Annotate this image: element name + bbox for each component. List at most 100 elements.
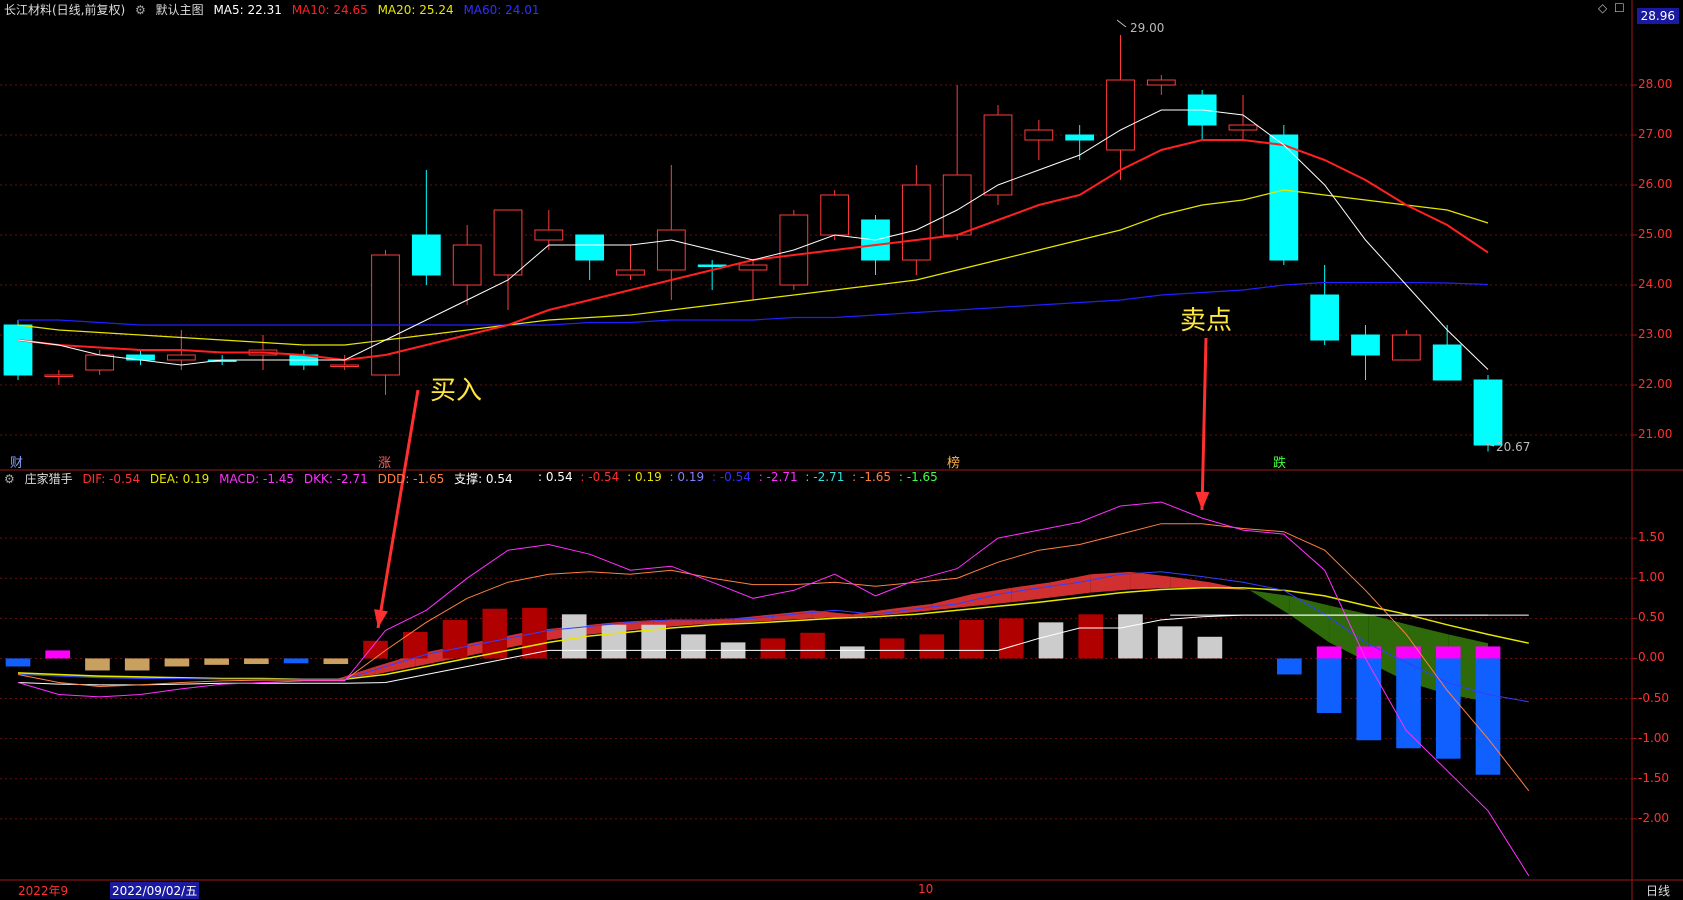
tag-rise[interactable]: 涨 <box>378 452 391 471</box>
candle-body <box>575 234 605 261</box>
histogram-bar <box>760 638 786 659</box>
extra-value: : -0.54 <box>580 470 620 484</box>
gear-icon[interactable]: ⚙ <box>4 472 15 486</box>
candle-body <box>697 264 727 267</box>
histogram-bar <box>601 624 627 659</box>
buy-annotation: 买入 <box>430 376 483 406</box>
candle-body <box>901 184 931 261</box>
candle-body <box>656 229 686 271</box>
indicator-name[interactable]: 庄家猎手 <box>25 472 73 486</box>
indicator-extra-values: : 0.54 : -0.54 : 0.19 : 0.19 : -0.54 : -… <box>538 470 942 484</box>
stock-title[interactable]: 长江材料(日线,前复权) <box>4 3 125 17</box>
chart-stage[interactable]: 长江材料(日线,前复权) ⚙ 默认主图 MA5: 22.31 MA10: 24.… <box>0 0 1683 900</box>
candle-body <box>44 374 74 377</box>
dkk-value: DKK: -2.71 <box>303 472 368 486</box>
window-icon[interactable]: ☐ <box>1614 1 1625 15</box>
dif-value: DIF: -0.54 <box>82 472 141 486</box>
histogram-bar <box>1396 658 1421 749</box>
histogram-bar <box>1118 614 1143 659</box>
histogram-bar <box>1078 614 1104 659</box>
main-header: 长江材料(日线,前复权) ⚙ 默认主图 MA5: 22.31 MA10: 24.… <box>4 1 546 18</box>
ma5-line <box>17 109 1489 370</box>
candle-body <box>1065 134 1095 141</box>
candle-body <box>1228 124 1258 131</box>
candle-body <box>738 264 768 271</box>
histogram-bar <box>45 650 71 659</box>
diamond-icon[interactable]: ◇ <box>1598 1 1607 15</box>
histogram-bar <box>1356 658 1382 741</box>
candle-body <box>1432 344 1462 381</box>
dif-dea-band <box>1249 590 1290 615</box>
chart-canvas[interactable] <box>0 0 1683 900</box>
dkk-line <box>17 501 1530 877</box>
candle-body <box>1024 129 1054 141</box>
sell-arrow-shaft <box>1200 337 1208 511</box>
candle-body <box>1106 79 1135 151</box>
ma5-value: MA5: 22.31 <box>213 3 282 17</box>
candle-body <box>616 269 645 276</box>
ma10-value: MA10: 24.65 <box>291 3 368 17</box>
period-button[interactable]: 日线 <box>1646 882 1670 899</box>
current-price-badge: 28.96 <box>1636 8 1679 24</box>
histogram-bar <box>244 658 269 665</box>
extra-value: : 0.19 <box>627 470 662 484</box>
dea-value: DEA: 0.19 <box>149 472 210 486</box>
ma60-value: MA60: 24.01 <box>463 3 540 17</box>
histogram-bar <box>124 658 150 671</box>
histogram-bar <box>1475 658 1501 775</box>
extra-value: : 0.54 <box>538 470 573 484</box>
price-tick-label: 27.00 <box>1638 127 1673 141</box>
histogram-cap <box>1475 646 1501 659</box>
indicator-tick-label: -1.50 <box>1638 770 1670 785</box>
dif-dea-band <box>1090 571 1131 593</box>
tag-rank[interactable]: 榜 <box>947 452 960 471</box>
footer-year: 2022年9 <box>18 884 69 898</box>
candle-body <box>1146 79 1176 86</box>
tag-fall[interactable]: 跌 <box>1273 452 1286 471</box>
gear-icon[interactable]: ⚙ <box>135 3 146 17</box>
indicator-tick-label: 0.50 <box>1638 610 1665 625</box>
ddd-value: DDD: -1.65 <box>377 472 445 486</box>
dif-dea-band <box>1130 571 1171 590</box>
support-line <box>17 614 1529 686</box>
tag-finance[interactable]: 财 <box>10 452 23 471</box>
histogram-bar <box>1277 658 1302 675</box>
candle-body <box>820 194 850 236</box>
histogram-bar <box>1435 658 1461 759</box>
dif-dea-band <box>1289 595 1330 643</box>
histogram-bar <box>442 619 468 659</box>
candle-body <box>1310 294 1340 341</box>
dif-dea-band <box>1209 582 1250 591</box>
histogram-bar <box>879 638 905 659</box>
indicator-tick-label: 1.50 <box>1638 530 1665 545</box>
histogram-bar <box>959 619 984 659</box>
candle-body <box>983 114 1013 196</box>
sell-annotation: 卖点 <box>1180 306 1233 336</box>
dif-line <box>17 571 1529 703</box>
macd-value: MACD: -1.45 <box>219 472 295 486</box>
candle-body <box>330 364 360 367</box>
dif-dea-band <box>971 587 1012 607</box>
candle-body <box>534 229 564 241</box>
price-tick-label: 26.00 <box>1638 177 1673 191</box>
candle-body <box>411 234 441 276</box>
chart-mode[interactable]: 默认主图 <box>156 3 204 17</box>
indicator-tick-label: 0.00 <box>1638 650 1665 665</box>
candle-body <box>452 244 482 286</box>
high-price-label: 29.00 <box>1130 21 1165 35</box>
candle-body <box>85 354 115 371</box>
histogram-cap <box>1435 646 1461 659</box>
price-tick-label: 25.00 <box>1638 227 1673 241</box>
histogram-bar <box>1316 658 1342 713</box>
candle-body <box>1473 379 1503 446</box>
indicator-tick-label: -0.50 <box>1638 690 1670 705</box>
indicator-tick-label: -2.00 <box>1638 810 1670 825</box>
price-tick-label: 28.00 <box>1638 77 1673 91</box>
histogram-bar <box>204 658 229 665</box>
extra-value: : 0.19 <box>669 470 705 484</box>
dif-dea-band <box>1011 582 1051 603</box>
ma20-value: MA20: 25.24 <box>377 3 454 17</box>
histogram-bar <box>800 632 825 659</box>
extra-value: : -1.65 <box>852 470 892 484</box>
extra-value: : -2.71 <box>758 470 798 484</box>
